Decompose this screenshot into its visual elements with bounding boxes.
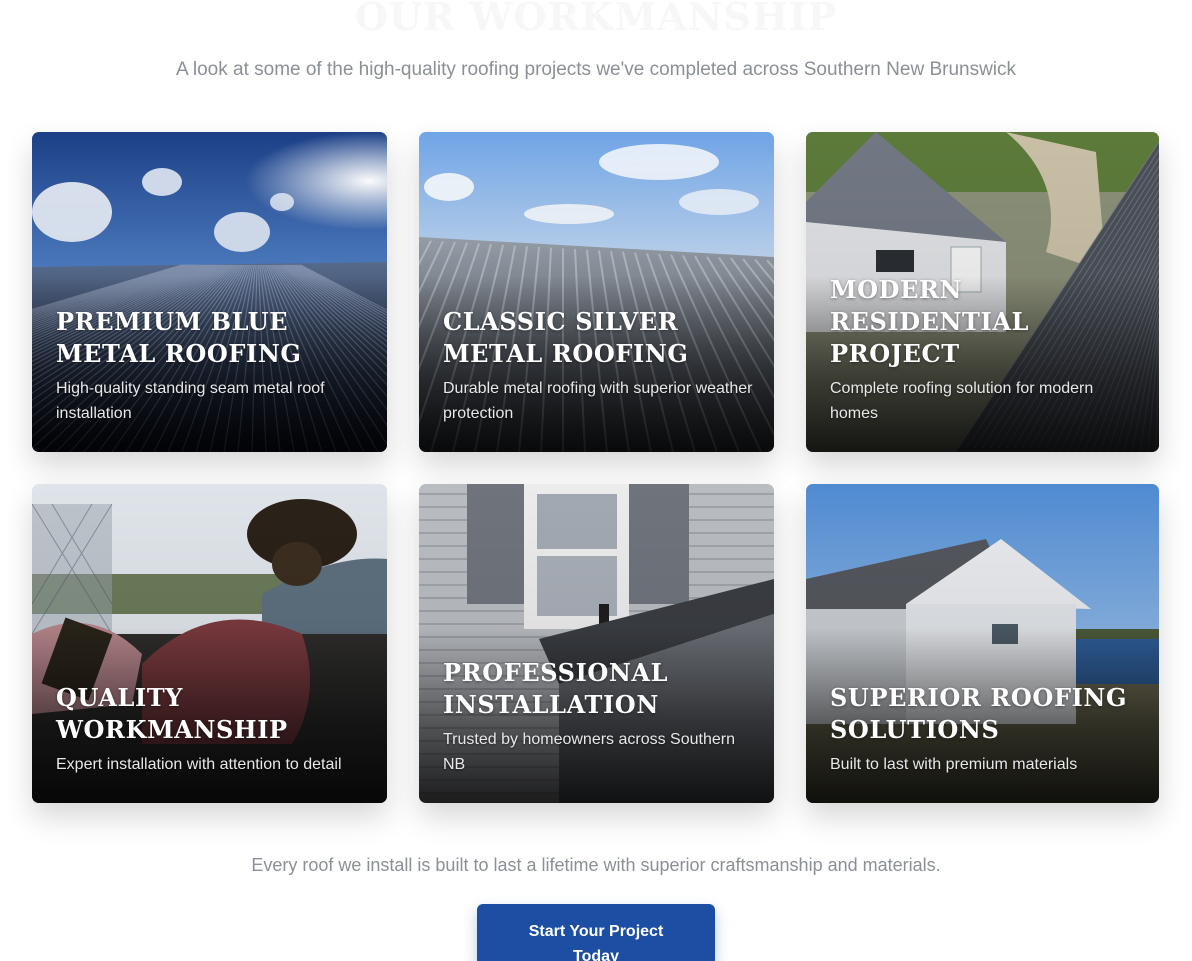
- project-description: Complete roofing solution for modern hom…: [830, 380, 1094, 422]
- project-title: Quality Workmanship: [56, 683, 288, 744]
- start-project-button[interactable]: Start Your Project Today: [477, 904, 715, 961]
- project-title: Classic Silver Metal Roofing: [443, 307, 689, 368]
- project-description: Trusted by homeowners across Southern NB: [443, 731, 735, 773]
- section-heading: OUR WORKMANSHIP: [354, 0, 838, 39]
- section-subtitle: A look at some of the high-quality roofi…: [175, 59, 1017, 80]
- project-card[interactable]: Modern Residential Project Complete roof…: [806, 132, 1159, 452]
- project-description: Built to last with premium materials: [830, 756, 1078, 773]
- footer-note: Every roof we install is built to last a…: [251, 855, 941, 875]
- project-description: Durable metal roofing with superior weat…: [443, 380, 753, 422]
- project-card[interactable]: Superior Roofing Solutions Built to last…: [806, 484, 1159, 803]
- project-title: Professional Installation: [443, 658, 669, 719]
- project-description: Expert installation with attention to de…: [56, 756, 342, 773]
- project-title: Superior Roofing Solutions: [830, 683, 1128, 744]
- project-card[interactable]: Classic Silver Metal Roofing Durable met…: [419, 132, 774, 452]
- workmanship-section: OUR WORKMANSHIP A look at some of the hi…: [0, 0, 1192, 961]
- project-title: Modern Residential Project: [830, 275, 1030, 368]
- project-description: High-quality standing seam metal roof in…: [56, 380, 325, 422]
- project-card[interactable]: Quality Workmanship Expert installation …: [32, 484, 387, 803]
- project-card[interactable]: Premium Blue Metal Roofing High-quality …: [32, 132, 387, 452]
- project-card[interactable]: Professional Installation Trusted by hom…: [419, 484, 774, 803]
- project-title: Premium Blue Metal Roofing: [56, 307, 302, 368]
